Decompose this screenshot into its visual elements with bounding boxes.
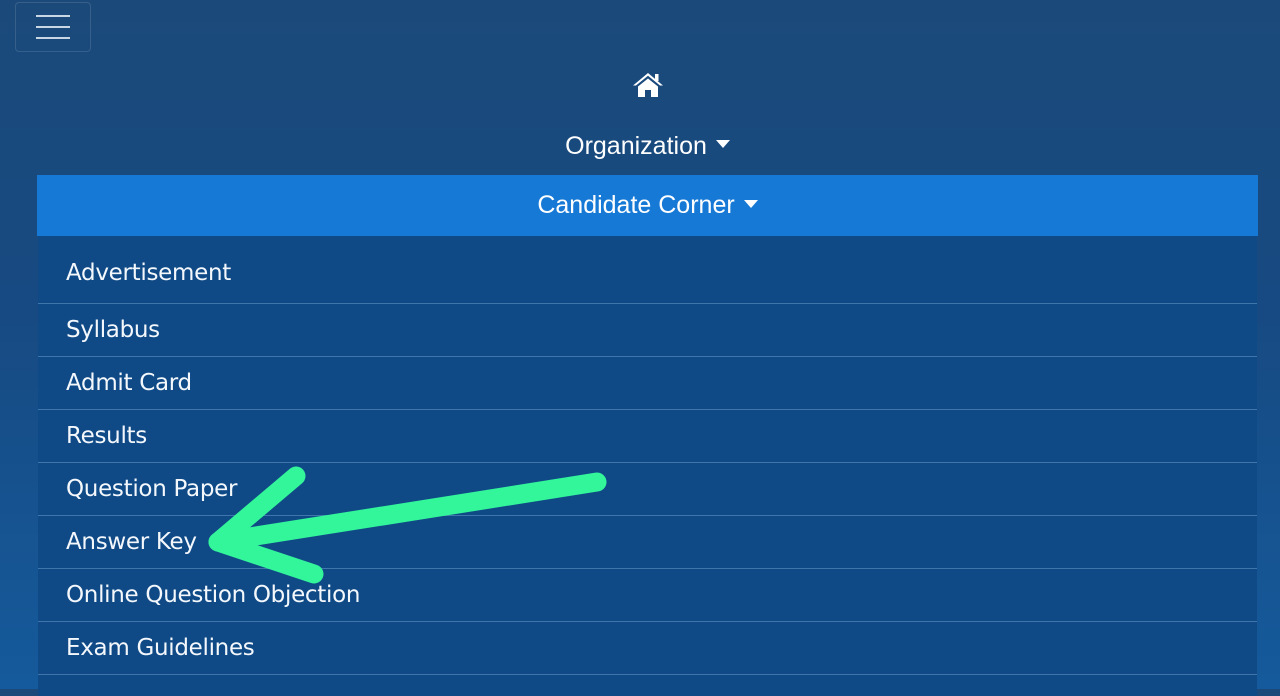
dropdown-item-label: Syllabus bbox=[66, 317, 160, 343]
dropdown-item-answer-key[interactable]: Answer Key bbox=[38, 516, 1257, 569]
nav-candidate-corner-label: Candidate Corner bbox=[537, 191, 735, 219]
hamburger-menu-icon bbox=[36, 15, 70, 39]
dropdown-item-question-paper[interactable]: Question Paper bbox=[38, 463, 1257, 516]
dropdown-item-admit-card[interactable]: Admit Card bbox=[38, 357, 1257, 410]
home-link[interactable] bbox=[630, 70, 666, 100]
home-icon bbox=[633, 73, 663, 97]
navbar-toggle-button[interactable] bbox=[15, 2, 91, 52]
nav-organization-dropdown[interactable]: Organization bbox=[37, 120, 1258, 172]
caret-down-icon bbox=[715, 140, 730, 148]
dropdown-item-label: Results bbox=[66, 423, 147, 449]
nav-organization-label: Organization bbox=[565, 131, 707, 160]
dropdown-item-online-question-objection[interactable]: Online Question Objection bbox=[38, 569, 1257, 622]
dropdown-item-syllabus[interactable]: Syllabus bbox=[38, 304, 1257, 357]
dropdown-item-label: Answer Key bbox=[66, 529, 197, 555]
dropdown-item-advertisement[interactable]: Advertisement bbox=[38, 236, 1257, 304]
dropdown-item-label: Online Question Objection bbox=[66, 582, 361, 608]
dropdown-item-results[interactable]: Results bbox=[38, 410, 1257, 463]
nav-candidate-corner-dropdown[interactable]: Candidate Corner bbox=[37, 175, 1258, 236]
caret-down-icon bbox=[743, 199, 758, 208]
dropdown-item-label: Question Paper bbox=[66, 476, 238, 502]
dropdown-item-label: Exam Guidelines bbox=[66, 635, 255, 661]
dropdown-item-exam-guidelines[interactable]: Exam Guidelines bbox=[38, 622, 1257, 675]
candidate-corner-dropdown-menu: Advertisement Syllabus Admit Card Result… bbox=[38, 236, 1257, 696]
dropdown-item-label: Advertisement bbox=[66, 259, 231, 286]
dropdown-item-label: Admit Card bbox=[66, 370, 192, 396]
